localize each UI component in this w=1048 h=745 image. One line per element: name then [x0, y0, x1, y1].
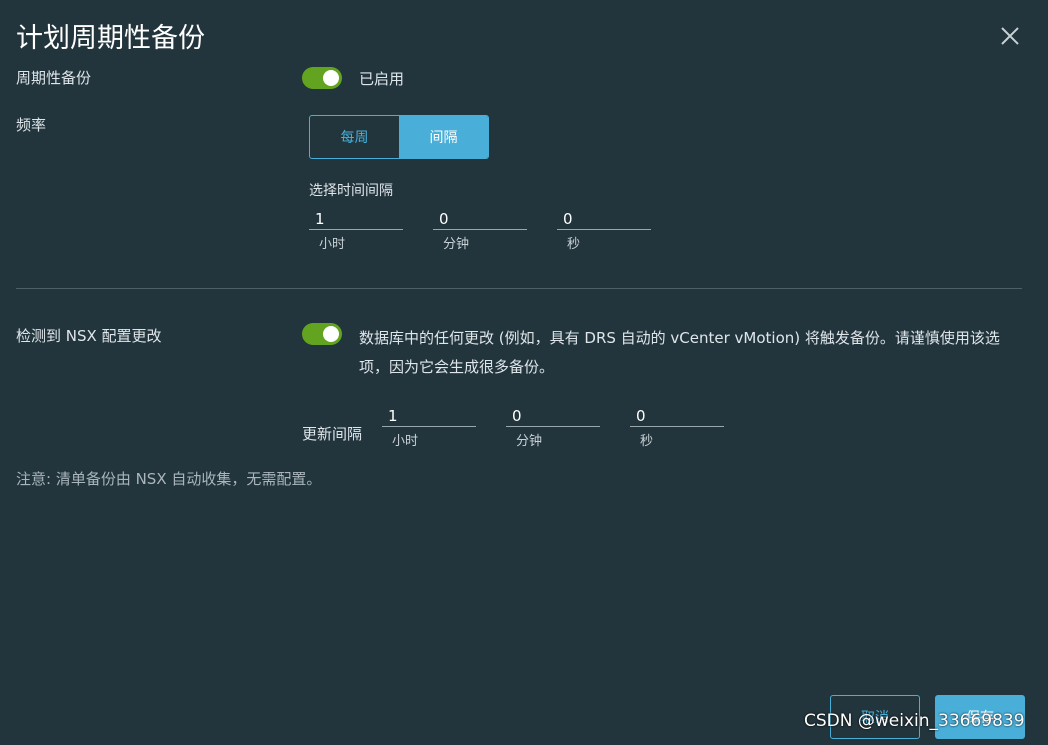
- interval-minutes-input[interactable]: 0: [433, 210, 527, 230]
- dialog-title: 计划周期性备份: [16, 23, 205, 54]
- interval-hours-input[interactable]: 1: [309, 210, 403, 230]
- close-button[interactable]: [996, 22, 1024, 50]
- periodic-backup-status: 已启用: [359, 70, 405, 88]
- frequency-option-interval[interactable]: 间隔: [399, 116, 488, 158]
- interval-hours-unit: 小时: [319, 237, 346, 252]
- update-seconds-unit: 秒: [640, 434, 654, 449]
- close-icon: [1001, 27, 1019, 45]
- interval-minutes-unit: 分钟: [443, 237, 470, 252]
- watermark: CSDN @weixin_33669839: [804, 711, 1025, 731]
- update-hours-input[interactable]: 1: [382, 407, 476, 427]
- periodic-backup-toggle[interactable]: [302, 67, 342, 89]
- update-hours-unit: 小时: [392, 434, 419, 449]
- toggle-knob: [323, 326, 339, 342]
- update-seconds-input[interactable]: 0: [630, 407, 724, 427]
- update-minutes-unit: 分钟: [516, 434, 543, 449]
- detect-changes-toggle[interactable]: [302, 323, 342, 345]
- interval-seconds-input[interactable]: 0: [557, 210, 651, 230]
- frequency-segmented-control: 每周 间隔: [309, 115, 489, 159]
- periodic-backup-label: 周期性备份: [16, 69, 92, 87]
- interval-label: 选择时间间隔: [309, 183, 393, 199]
- detect-changes-description: 数据库中的任何更改 (例如，具有 DRS 自动的 vCenter vMotion…: [359, 329, 1000, 376]
- update-minutes-input[interactable]: 0: [506, 407, 600, 427]
- frequency-option-weekly[interactable]: 每周: [310, 116, 399, 158]
- toggle-knob: [323, 70, 339, 86]
- inventory-note: 注意: 清单备份由 NSX 自动收集，无需配置。: [16, 470, 322, 488]
- frequency-label: 频率: [16, 116, 47, 134]
- interval-seconds-unit: 秒: [567, 237, 581, 252]
- detect-changes-label: 检测到 NSX 配置更改: [16, 327, 162, 345]
- update-interval-label: 更新间隔: [302, 425, 363, 443]
- section-divider: [16, 288, 1022, 289]
